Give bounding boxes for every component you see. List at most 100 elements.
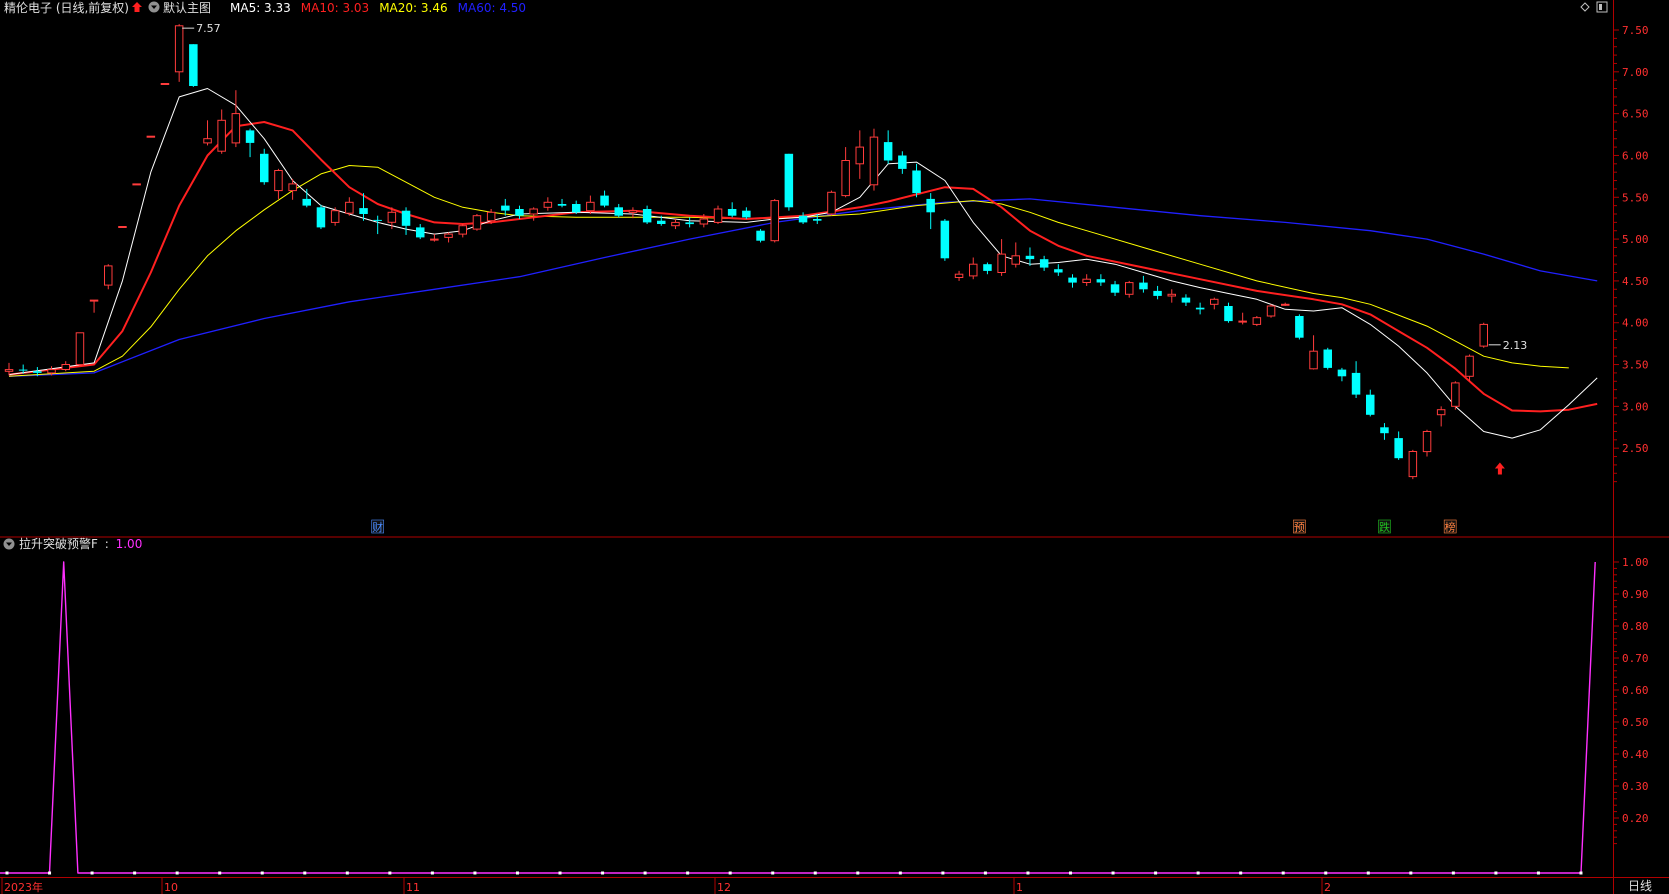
candle — [1323, 347, 1332, 370]
candle-body — [1323, 349, 1332, 368]
date-tick-label: 11 — [406, 881, 420, 894]
candle-body — [543, 201, 553, 208]
candle-body — [983, 264, 992, 271]
price-tick-label: 7.00 — [1622, 66, 1649, 79]
candle-body — [345, 201, 354, 214]
candle-body — [401, 210, 411, 226]
price-tick-label: 4.00 — [1622, 317, 1649, 330]
price-tick-label: 7.50 — [1622, 24, 1649, 37]
indicator-tick-label: 0.50 — [1622, 716, 1649, 729]
indicator-tick-label: 0.90 — [1622, 588, 1649, 601]
indicator-point — [1069, 871, 1072, 875]
indicator-point — [898, 871, 902, 875]
candle-body — [1082, 278, 1091, 284]
indicator-point — [303, 871, 307, 875]
candle-body — [954, 273, 964, 279]
candle-body — [1281, 303, 1290, 306]
candle — [770, 198, 779, 243]
date-tick-label: 12 — [717, 881, 731, 894]
candle-body — [600, 195, 609, 206]
candle — [160, 83, 170, 85]
candle — [104, 264, 113, 290]
candle-body — [160, 83, 170, 85]
period-label[interactable]: 日线 — [1628, 879, 1652, 893]
candle-body — [1139, 282, 1148, 290]
indicator-tick-label: 1.00 — [1622, 556, 1649, 569]
svg-text:拉升突破预警F : 1.00: 拉升突破预警F : 1.00 — [19, 536, 142, 551]
event-marker: 财 — [371, 519, 384, 534]
main-chart-label[interactable]: 默认主图 — [163, 0, 211, 15]
candle-body — [1025, 255, 1035, 260]
candle-body — [671, 221, 680, 227]
candle — [940, 219, 950, 261]
candle-body — [1380, 427, 1389, 434]
candle-body — [798, 215, 808, 223]
collapse-icon[interactable] — [148, 1, 160, 13]
candle-body — [1465, 355, 1474, 377]
candle-body — [203, 138, 212, 144]
candle-body — [1167, 293, 1176, 297]
candle — [146, 135, 156, 138]
candle-body — [359, 208, 368, 214]
candle — [784, 153, 794, 211]
candle-body — [373, 219, 382, 221]
candle — [132, 183, 141, 186]
candle — [316, 204, 326, 230]
candle — [472, 214, 482, 231]
candle-body — [586, 201, 595, 212]
indicator-point — [218, 871, 222, 875]
ma-legend-item: MA20: 3.46 — [379, 1, 447, 15]
candle-body — [1422, 431, 1432, 453]
candle-body — [827, 191, 836, 215]
indicator-point — [133, 871, 137, 875]
indicator-point — [1281, 871, 1285, 875]
high-price-label: 7.57 — [196, 22, 221, 35]
candle-body — [742, 210, 751, 218]
candle — [1266, 304, 1276, 318]
candle-body — [330, 210, 340, 223]
candle-body — [770, 200, 779, 242]
indicator-point — [983, 871, 987, 875]
candle-body — [529, 208, 538, 215]
candle-body — [89, 299, 99, 302]
candle-body — [855, 146, 864, 165]
candle — [1252, 316, 1262, 327]
indicator-point — [175, 871, 179, 875]
candle-body — [713, 208, 723, 223]
event-marker: 榜 — [1443, 519, 1457, 534]
candle-body — [189, 44, 198, 86]
candle-body — [146, 135, 156, 138]
candle — [75, 332, 85, 366]
candle-body — [1096, 279, 1106, 283]
indicator-collapse-icon[interactable] — [3, 538, 15, 550]
candle-body — [940, 220, 950, 259]
candle-body — [174, 25, 184, 73]
candle-body — [657, 220, 666, 224]
candle-body — [1125, 282, 1134, 295]
candle-body — [260, 153, 269, 183]
candle-body — [1224, 306, 1233, 322]
indicator-point — [941, 871, 945, 875]
stock-title[interactable]: 精伦电子 (日线,前复权) — [4, 0, 129, 15]
price-tick-label: 2.50 — [1622, 442, 1649, 455]
candle-body — [1309, 350, 1318, 370]
indicator-point — [1239, 871, 1243, 875]
indicator-point — [856, 871, 860, 875]
indicator-name: 拉升突破预警F — [19, 536, 98, 551]
candle-body — [387, 211, 397, 223]
price-tick-label: 3.00 — [1622, 400, 1649, 413]
candle — [1408, 449, 1418, 480]
event-marker-label: 财 — [372, 520, 383, 534]
candle-body — [784, 153, 794, 208]
candle-body — [1479, 323, 1488, 347]
candle-body — [75, 332, 85, 366]
candle-body — [1210, 298, 1219, 305]
candle — [756, 229, 765, 243]
candle-body — [699, 218, 709, 225]
candle-body — [458, 225, 467, 235]
candle-body — [1451, 382, 1460, 407]
indicator-point — [813, 871, 817, 875]
indicator-tick-label: 0.20 — [1622, 812, 1649, 825]
candle — [869, 128, 879, 191]
indicator-point — [1494, 871, 1498, 875]
